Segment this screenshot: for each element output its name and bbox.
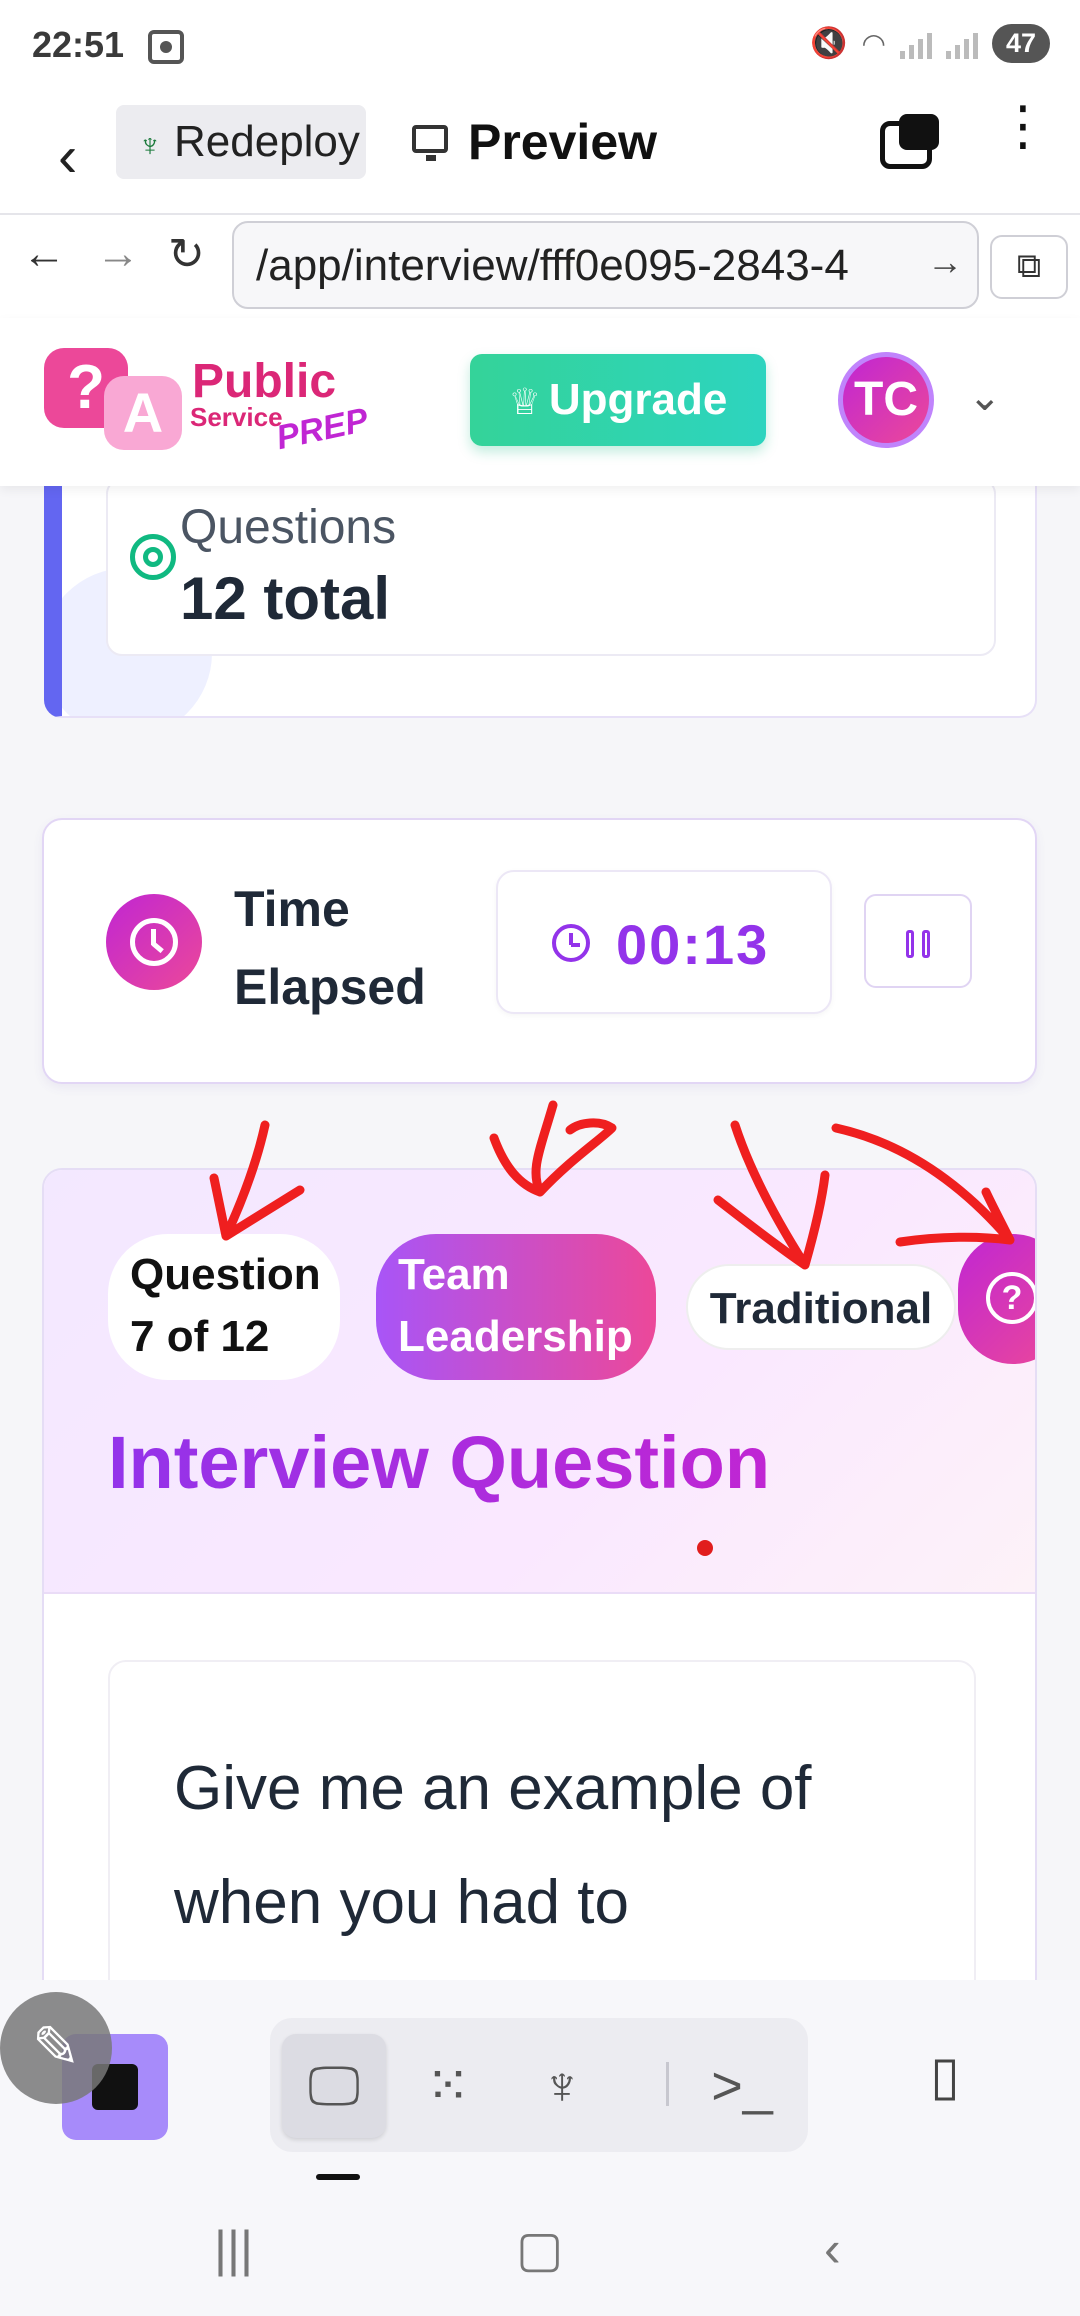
timer-display: 00:13 — [496, 870, 832, 1014]
clock-badge — [106, 894, 202, 990]
url-bar: ← → ↻ /app/interview/fff0e095-2843-4 → ⧉ — [0, 213, 1080, 318]
upgrade-button[interactable]: ♕ Upgrade — [470, 354, 766, 446]
annotation-dot — [697, 1540, 713, 1556]
bottom-toolbar: ✎ 🖵 ⁙ ♆ >_ ▯ — [0, 1980, 1080, 2190]
home-icon[interactable]: ▢ — [516, 2220, 563, 2278]
questions-stat: Questions 12 total — [106, 486, 996, 656]
signal-icon-1 — [899, 29, 932, 59]
question-text-box: Give me an example of when you had to — [108, 1660, 976, 1980]
environment-label: Redeploy — [174, 117, 360, 166]
clock-icon — [130, 918, 178, 966]
view-mode-group: 🖵 ⁙ ♆ >_ — [270, 2018, 808, 2152]
active-tab-indicator — [316, 2174, 360, 2180]
logo-text-service: Service — [190, 402, 283, 432]
terminal-icon[interactable]: >_ — [690, 2034, 794, 2138]
question-card-header: Question 7 of 12 Team Leadership Traditi… — [44, 1170, 1035, 1594]
recent-apps-icon[interactable]: ||| — [214, 2220, 253, 2278]
pause-bar-right — [922, 930, 930, 958]
interview-question-heading: Interview Question — [108, 1421, 771, 1504]
status-icons: 🔇 ◠ 47 — [810, 24, 1050, 63]
pause-bar-left — [906, 930, 914, 958]
reload-icon[interactable]: ↻ — [168, 229, 205, 280]
logo-text-prep: PREP — [272, 400, 372, 458]
side-panel-icon[interactable]: ▯ — [930, 2044, 960, 2107]
crown-icon: ♕ — [508, 381, 541, 422]
question-progress-badge: Question 7 of 12 — [108, 1234, 340, 1380]
logo-answer-bubble: A — [104, 376, 182, 450]
status-bar: 22:51 🔇 ◠ 47 — [0, 0, 1080, 95]
desktop-view-icon[interactable]: 🖵 — [282, 2034, 386, 2138]
app-header: ? A Public Service PREP ♕ Upgrade TC ⌄ — [0, 318, 1080, 486]
user-avatar[interactable]: TC — [838, 352, 934, 448]
system-back-icon[interactable]: ‹ — [824, 2220, 841, 2278]
environment-chip[interactable]: ♆ Redeploy — [116, 105, 366, 179]
toolbar-divider — [666, 2062, 669, 2106]
forward-arrow-icon[interactable]: → — [96, 229, 140, 279]
category-badge: Team Leadership — [376, 1234, 656, 1380]
question-type-badge: Traditional — [686, 1264, 956, 1350]
questions-summary-card: Questions 12 total — [44, 486, 1037, 718]
time-elapsed-card: Time Elapsed 00:13 — [42, 818, 1037, 1084]
url-input[interactable]: /app/interview/fff0e095-2843-4 → — [232, 221, 979, 309]
status-time: 22:51 — [32, 24, 125, 65]
monitor-icon — [412, 125, 448, 161]
grid-nodes-icon[interactable]: ⁙ — [396, 2034, 500, 2138]
help-icon: ? — [986, 1272, 1035, 1324]
upgrade-label: Upgrade — [548, 375, 728, 424]
go-arrow-icon[interactable]: → — [927, 241, 963, 283]
target-icon — [130, 534, 176, 580]
mute-icon: 🔇 — [810, 27, 848, 60]
wifi-icon: ◠ — [861, 28, 886, 59]
back-chevron-icon[interactable]: ‹ — [58, 123, 77, 190]
time-elapsed-label: Time Elapsed — [234, 881, 426, 1015]
timer-value: 00:13 — [616, 913, 770, 976]
deploy-tree-icon[interactable]: ♆ — [510, 2034, 614, 2138]
interview-question-card: Question 7 of 12 Team Leadership Traditi… — [42, 1168, 1037, 1980]
help-button[interactable]: ? — [958, 1234, 1035, 1364]
open-external-icon[interactable]: ⧉ — [990, 235, 1068, 299]
system-nav-bar: ||| ▢ ‹ — [0, 2190, 1080, 2316]
main-content: Questions 12 total Time Elapsed 00:13 Qu… — [0, 486, 1080, 1980]
timer-clock-icon — [552, 924, 590, 962]
questions-total: 12 total — [180, 565, 391, 632]
battery-badge: 47 — [991, 24, 1050, 63]
screenshot-icon — [148, 30, 184, 64]
url-text: /app/interview/fff0e095-2843-4 — [256, 241, 849, 290]
chevron-down-icon[interactable]: ⌄ — [968, 374, 1002, 420]
deploy-tree-icon: ♆ — [138, 127, 162, 163]
more-menu-icon[interactable]: ⋮ — [996, 99, 1050, 153]
pause-button[interactable] — [864, 894, 972, 988]
signal-icon-2 — [945, 29, 978, 59]
question-text: Give me an example of when you had to — [174, 1754, 812, 1937]
questions-label: Questions — [180, 501, 397, 554]
back-arrow-icon[interactable]: ← — [22, 229, 66, 279]
pen-icon[interactable]: ✎ — [0, 1992, 112, 2104]
tabs-icon[interactable] — [880, 114, 939, 169]
browser-top-bar: ‹ ♆ Redeploy Preview ⋮ — [0, 95, 1080, 213]
logo-text-public: Public — [192, 355, 337, 408]
preview-title: Preview — [468, 114, 658, 170]
